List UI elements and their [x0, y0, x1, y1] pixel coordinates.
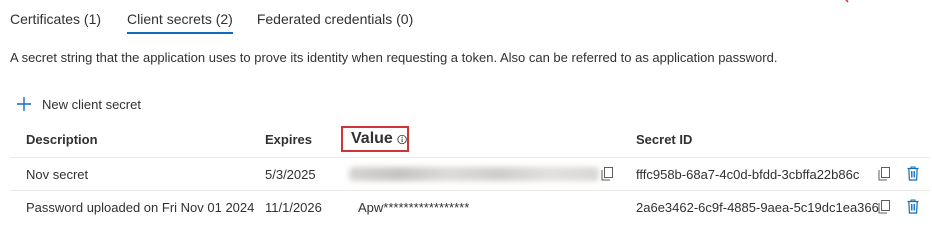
row-expires: 11/1/2026	[265, 199, 322, 215]
row-secret-id: 2a6e3462-6c9f-4885-9aea-5c19dc1ea366	[636, 199, 879, 215]
column-header-secret-id[interactable]: Secret ID	[636, 122, 692, 157]
tab-bar: Certificates (1) Client secrets (2) Fede…	[10, 0, 413, 34]
copy-icon[interactable]	[878, 167, 890, 181]
red-annotation-mark	[845, 0, 849, 3]
new-client-secret-label: New client secret	[42, 96, 141, 112]
row-description: Nov secret	[26, 166, 89, 182]
column-header-description[interactable]: Description	[26, 122, 98, 157]
copy-icon[interactable]	[878, 200, 890, 214]
column-header-value[interactable]: Value	[341, 126, 409, 152]
copy-icon[interactable]	[601, 167, 613, 181]
redacted-secret-value	[349, 167, 599, 181]
table-row: Nov secret 5/3/2025 fffc958b-68a7-4c0d-b…	[10, 157, 930, 190]
tab-client-secrets[interactable]: Client secrets (2)	[127, 0, 233, 34]
row-value: Apw*****************	[358, 199, 470, 215]
trash-icon[interactable]	[907, 166, 919, 181]
column-header-value-label: Value	[351, 130, 393, 147]
client-secrets-table: Description Expires Value Secret ID Nov …	[10, 122, 930, 223]
plus-icon	[17, 97, 31, 111]
table-header-row: Description Expires Value Secret ID	[10, 122, 930, 157]
new-client-secret-button[interactable]: New client secret	[16, 94, 141, 114]
row-secret-id: fffc958b-68a7-4c0d-bfdd-3cbffa22b86c	[636, 166, 860, 182]
row-expires: 5/3/2025	[265, 166, 316, 182]
tab-certificates[interactable]: Certificates (1)	[10, 0, 101, 34]
column-header-expires[interactable]: Expires	[265, 122, 312, 157]
info-icon[interactable]	[397, 134, 407, 145]
table-row: Password uploaded on Fri Nov 01 2024 11/…	[10, 190, 930, 223]
tab-federated-credentials[interactable]: Federated credentials (0)	[257, 0, 413, 34]
row-description: Password uploaded on Fri Nov 01 2024	[26, 199, 255, 215]
trash-icon[interactable]	[907, 199, 919, 214]
section-description: A secret string that the application use…	[10, 50, 778, 65]
